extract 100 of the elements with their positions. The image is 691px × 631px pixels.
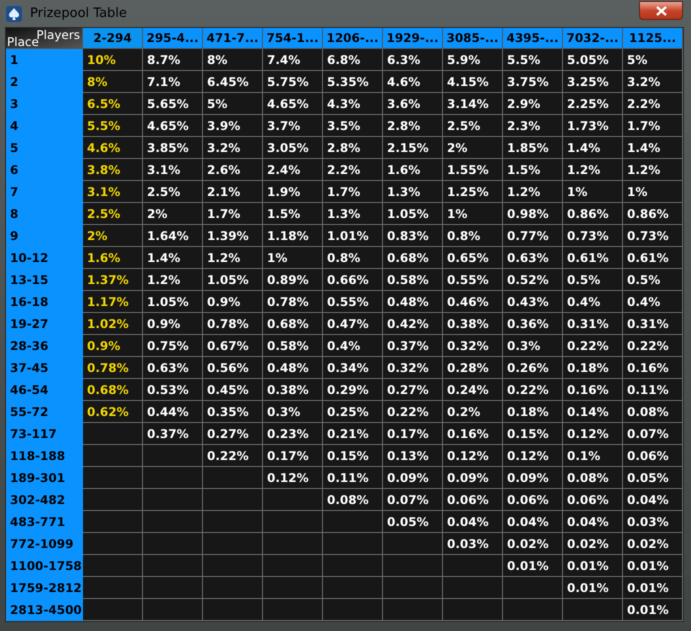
table-cell: 1.05% [143, 291, 203, 313]
table-cell: 0.34% [323, 357, 383, 379]
table-cell: 1.4% [623, 137, 683, 159]
column-header[interactable]: 2-294 [83, 28, 143, 49]
row-header[interactable]: 55-72 [6, 401, 83, 423]
table-cell: 0.68% [263, 313, 323, 335]
table-cell: 0.45% [203, 379, 263, 401]
table-cell: 0.02% [623, 533, 683, 555]
column-header[interactable]: 1206-... [323, 28, 383, 49]
row-header[interactable]: 483-771 [6, 511, 83, 533]
close-icon [656, 6, 666, 16]
table-cell: 1% [623, 181, 683, 203]
table-cell: 0.09% [503, 467, 563, 489]
column-header[interactable]: 295-4... [143, 28, 203, 49]
table-cell: 0.01% [623, 577, 683, 599]
table-cell: 0.22% [203, 445, 263, 467]
column-header[interactable]: 1929-... [383, 28, 443, 49]
table-cell: 1.5% [503, 159, 563, 181]
table-cell: 0.29% [323, 379, 383, 401]
column-axis-label: Players [36, 27, 80, 42]
table-cell: 0.9% [143, 313, 203, 335]
row-header[interactable]: 10-12 [6, 247, 83, 269]
close-button[interactable] [639, 1, 683, 20]
table-cell: 4.65% [263, 93, 323, 115]
row-header[interactable]: 2813-4500 [6, 599, 83, 621]
table-cell: 5.9% [443, 49, 503, 71]
table-cell: 6.45% [203, 71, 263, 93]
table-cell: 2.1% [203, 181, 263, 203]
row-header[interactable]: 772-1099 [6, 533, 83, 555]
table-cell: 2% [443, 137, 503, 159]
table-cell: 0.46% [443, 291, 503, 313]
table-cell: 0.48% [263, 357, 323, 379]
row-header[interactable]: 16-18 [6, 291, 83, 313]
row-header[interactable]: 46-54 [6, 379, 83, 401]
row-header[interactable]: 1100-1758 [6, 555, 83, 577]
row-header[interactable]: 8 [6, 203, 83, 225]
table-cell: 0.61% [623, 247, 683, 269]
table-cell: 0.13% [383, 445, 443, 467]
table-cell: 0.07% [383, 489, 443, 511]
table-cell: 0.03% [443, 533, 503, 555]
table-cell: 5.65% [143, 93, 203, 115]
table-cell: 0.9% [203, 291, 263, 313]
table-cell: 0.24% [443, 379, 503, 401]
table-cell: 0.83% [383, 225, 443, 247]
row-header[interactable]: 7 [6, 181, 83, 203]
column-header[interactable]: 471-7... [203, 28, 263, 49]
column-header[interactable]: 1125... [623, 28, 683, 49]
table-cell: 8% [203, 49, 263, 71]
table-cell: 0.38% [443, 313, 503, 335]
table-cell: 0.78% [83, 357, 143, 379]
row-header[interactable]: 6 [6, 159, 83, 181]
column-header[interactable]: 3085-... [443, 28, 503, 49]
table-cell: 0.68% [383, 247, 443, 269]
row-header[interactable]: 302-482 [6, 489, 83, 511]
row-header[interactable]: 19-27 [6, 313, 83, 335]
table-cell: 0.58% [263, 335, 323, 357]
table-cell: 0.43% [503, 291, 563, 313]
row-header[interactable]: 1759-2812 [6, 577, 83, 599]
row-header[interactable]: 37-45 [6, 357, 83, 379]
table-cell: 0.31% [623, 313, 683, 335]
row-header[interactable]: 73-117 [6, 423, 83, 445]
row-header[interactable]: 1 [6, 49, 83, 71]
row-header[interactable]: 5 [6, 137, 83, 159]
table-cell: 7.4% [263, 49, 323, 71]
table-cell: 0.5% [623, 269, 683, 291]
table-cell: 0.86% [563, 203, 623, 225]
table-cell: 1.64% [143, 225, 203, 247]
table-cell: 0.89% [263, 269, 323, 291]
table-cell: 0.23% [263, 423, 323, 445]
row-header[interactable]: 189-301 [6, 467, 83, 489]
table-cell: 5% [623, 49, 683, 71]
table-cell: 1.6% [83, 247, 143, 269]
row-header[interactable]: 9 [6, 225, 83, 247]
table-cell: 0.56% [203, 357, 263, 379]
column-header[interactable]: 7032-... [563, 28, 623, 49]
table-cell: 0.12% [263, 467, 323, 489]
table-cell: 0.09% [443, 467, 503, 489]
table-cell: 0.08% [563, 467, 623, 489]
column-header[interactable]: 4395-... [503, 28, 563, 49]
row-header[interactable]: 4 [6, 115, 83, 137]
table-cell: 0.78% [263, 291, 323, 313]
table-cell: 0.73% [623, 225, 683, 247]
table-cell: 0.35% [203, 401, 263, 423]
row-header[interactable]: 13-15 [6, 269, 83, 291]
table-cell: 4.6% [383, 71, 443, 93]
row-header[interactable]: 118-188 [6, 445, 83, 467]
table-cell: 2.5% [443, 115, 503, 137]
column-header[interactable]: 754-1... [263, 28, 323, 49]
row-header[interactable]: 2 [6, 71, 83, 93]
row-header[interactable]: 3 [6, 93, 83, 115]
table-cell: 3.1% [83, 181, 143, 203]
table-cell: 0.27% [203, 423, 263, 445]
table-cell: 0.06% [563, 489, 623, 511]
table-cell: 0.5% [563, 269, 623, 291]
table-cell: 1.05% [203, 269, 263, 291]
table-cell: 0.17% [263, 445, 323, 467]
table-cell: 1.18% [263, 225, 323, 247]
table-cell: 2.4% [263, 159, 323, 181]
table-cell: 1.5% [263, 203, 323, 225]
row-header[interactable]: 28-36 [6, 335, 83, 357]
